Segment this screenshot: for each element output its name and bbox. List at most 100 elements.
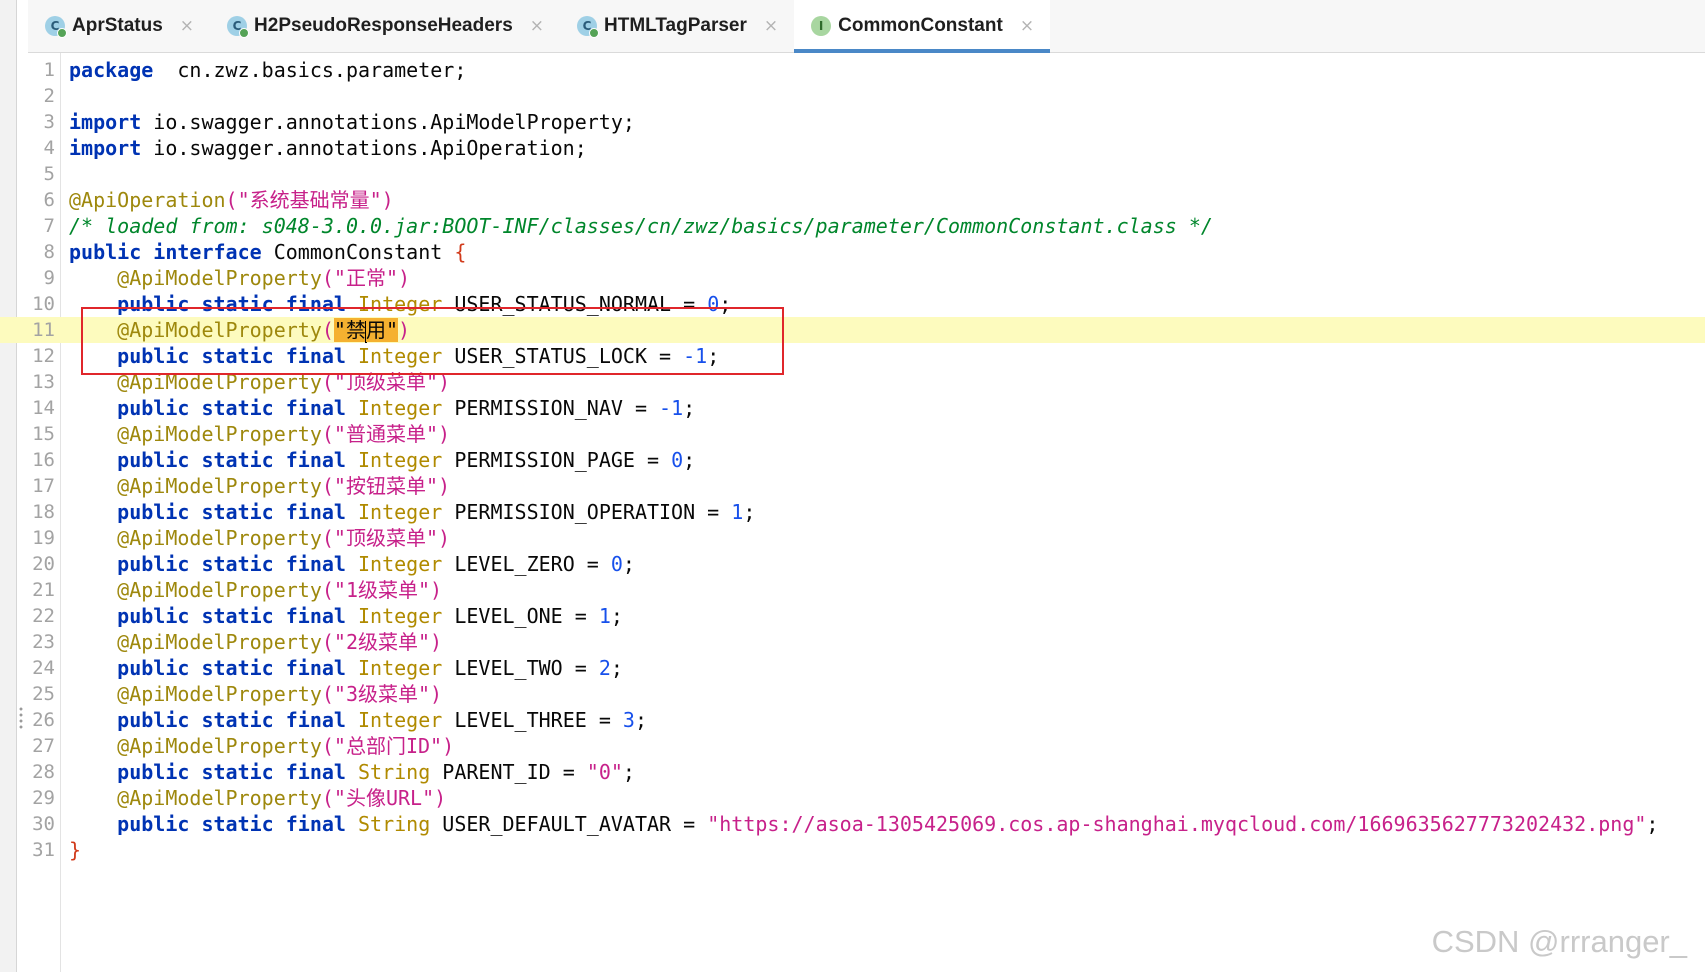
close-icon[interactable]: × [764, 16, 778, 36]
code-token: ; [683, 448, 696, 472]
code-line[interactable]: 3 import io.swagger.annotations.ApiModelP… [0, 109, 1705, 135]
code-token: ; [634, 708, 647, 732]
code-token: ("顶级菜单") [321, 370, 451, 394]
code-text: @ApiModelProperty("头像URL") [69, 785, 446, 811]
code-token: @ApiModelProperty [117, 474, 322, 498]
code-line[interactable]: 27 @ApiModelProperty("总部门ID") [0, 733, 1705, 759]
code-token: public static final [117, 760, 346, 784]
code-token: public static final [117, 448, 346, 472]
line-number: 12 [32, 345, 55, 367]
code-line[interactable]: 22 public static final Integer LEVEL_ONE… [0, 603, 1705, 629]
code-token: Integer [345, 448, 443, 472]
code-token: public static final [117, 812, 346, 836]
code-token: ; [683, 396, 696, 420]
code-line[interactable]: 4 import io.swagger.annotations.ApiOperat… [0, 135, 1705, 161]
code-text: import io.swagger.annotations.ApiModelPr… [69, 109, 635, 135]
tab-htmltagparser[interactable]: C HTMLTagParser × [560, 0, 794, 52]
tab-label: H2PseudoResponseHeaders [254, 15, 513, 36]
code-text: public interface CommonConstant { [69, 239, 466, 265]
code-token: "禁 [333, 318, 366, 342]
code-token: @ApiModelProperty [117, 578, 322, 602]
code-line[interactable]: 26 public static final Integer LEVEL_THR… [0, 707, 1705, 733]
code-line[interactable]: 7 /* loaded from: s048-3.0.0.jar:BOOT-INF… [0, 213, 1705, 239]
code-token: LEVEL_THREE = [442, 708, 623, 732]
tab-commonconstant[interactable]: I CommonConstant × [794, 0, 1051, 53]
code-token: @ApiModelProperty [117, 266, 322, 290]
code-line[interactable]: 9 @ApiModelProperty("正常") [0, 265, 1705, 291]
tab-h2pseudoresponseheaders[interactable]: C H2PseudoResponseHeaders × [210, 0, 560, 52]
code-text: @ApiModelProperty("2级菜单") [69, 629, 442, 655]
close-icon[interactable]: × [180, 16, 194, 36]
code-line[interactable]: 30 public static final String USER_DEFAU… [0, 811, 1705, 837]
line-number: 26 [32, 709, 55, 731]
code-token: Integer [345, 552, 443, 576]
code-token: Integer [345, 500, 443, 524]
code-token: public static final [117, 292, 346, 316]
code-token: ; [1646, 812, 1659, 836]
code-line[interactable]: 19 @ApiModelProperty("顶级菜单") [0, 525, 1705, 551]
code-editor[interactable]: 1 package cn.zwz.basics.parameter; 2 3 impor… [0, 57, 1705, 863]
code-token: public static final [117, 708, 346, 732]
line-number: 29 [32, 787, 55, 809]
tab-label: HTMLTagParser [604, 15, 747, 36]
code-line[interactable]: 13 @ApiModelProperty("顶级菜单") [0, 369, 1705, 395]
code-line[interactable]: 24 public static final Integer LEVEL_TWO… [0, 655, 1705, 681]
code-line[interactable]: 5 [0, 161, 1705, 187]
code-token: ("按钮菜单") [321, 474, 451, 498]
code-line[interactable]: 2 [0, 83, 1705, 109]
code-line[interactable]: 15 @ApiModelProperty("普通菜单") [0, 421, 1705, 447]
code-line[interactable]: 29 @ApiModelProperty("头像URL") [0, 785, 1705, 811]
line-number: 19 [32, 527, 55, 549]
code-line[interactable]: 20 public static final Integer LEVEL_ZER… [0, 551, 1705, 577]
code-token: 0 [707, 292, 720, 316]
code-line[interactable]: 21 @ApiModelProperty("1级菜单") [0, 577, 1705, 603]
code-token: @ApiModelProperty [117, 734, 322, 758]
line-number: 4 [43, 137, 55, 159]
code-line[interactable]: 11 @ApiModelProperty("禁用") [0, 317, 1705, 343]
code-line[interactable]: 25 @ApiModelProperty("3级菜单") [0, 681, 1705, 707]
line-number: 1 [43, 59, 55, 81]
line-number: 17 [32, 475, 55, 497]
code-line[interactable]: 28 public static final String PARENT_ID … [0, 759, 1705, 785]
code-line[interactable]: 6 @ApiOperation("系统基础常量") [0, 187, 1705, 213]
code-token: @ApiModelProperty [117, 786, 322, 810]
code-token: @ApiOperation [69, 188, 226, 212]
code-token: public interface [69, 240, 262, 264]
code-line[interactable]: 23 @ApiModelProperty("2级菜单") [0, 629, 1705, 655]
close-icon[interactable]: × [1020, 16, 1034, 36]
code-text: @ApiModelProperty("1级菜单") [69, 577, 442, 603]
code-line[interactable]: 31} [0, 837, 1705, 863]
code-line[interactable]: 8 public interface CommonConstant { [0, 239, 1705, 265]
code-line[interactable]: 16 public static final Integer PERMISSIO… [0, 447, 1705, 473]
line-number: 28 [32, 761, 55, 783]
code-text: @ApiModelProperty("顶级菜单") [69, 525, 450, 551]
code-token: 1 [731, 500, 744, 524]
code-token: ; [707, 344, 720, 368]
code-line[interactable]: 18 public static final Integer PERMISSIO… [0, 499, 1705, 525]
code-token: @ApiModelProperty [117, 422, 322, 446]
code-token: package [69, 58, 154, 82]
code-token: ("总部门ID") [321, 734, 455, 758]
code-token: import [69, 136, 142, 160]
code-line[interactable]: 17 @ApiModelProperty("按钮菜单") [0, 473, 1705, 499]
line-number: 10 [32, 293, 55, 315]
code-line[interactable]: 1 package cn.zwz.basics.parameter; [0, 57, 1705, 83]
line-number: 13 [32, 371, 55, 393]
code-line[interactable]: 10 public static final Integer USER_STAT… [0, 291, 1705, 317]
code-line[interactable]: 14 public static final Integer PERMISSIO… [0, 395, 1705, 421]
code-token: LEVEL_ONE = [442, 604, 599, 628]
close-icon[interactable]: × [530, 16, 544, 36]
code-line[interactable]: 12 public static final Integer USER_STAT… [0, 343, 1705, 369]
code-text: @ApiModelProperty("3级菜单") [69, 681, 442, 707]
code-text: @ApiModelProperty("按钮菜单") [69, 473, 450, 499]
code-token: Integer [345, 292, 443, 316]
code-text: public static final String USER_DEFAULT_… [69, 811, 1658, 837]
tab-aprstatus[interactable]: C AprStatus × [28, 0, 210, 52]
class-icon: C [227, 16, 250, 38]
code-token: USER_STATUS_LOCK = [442, 344, 684, 368]
